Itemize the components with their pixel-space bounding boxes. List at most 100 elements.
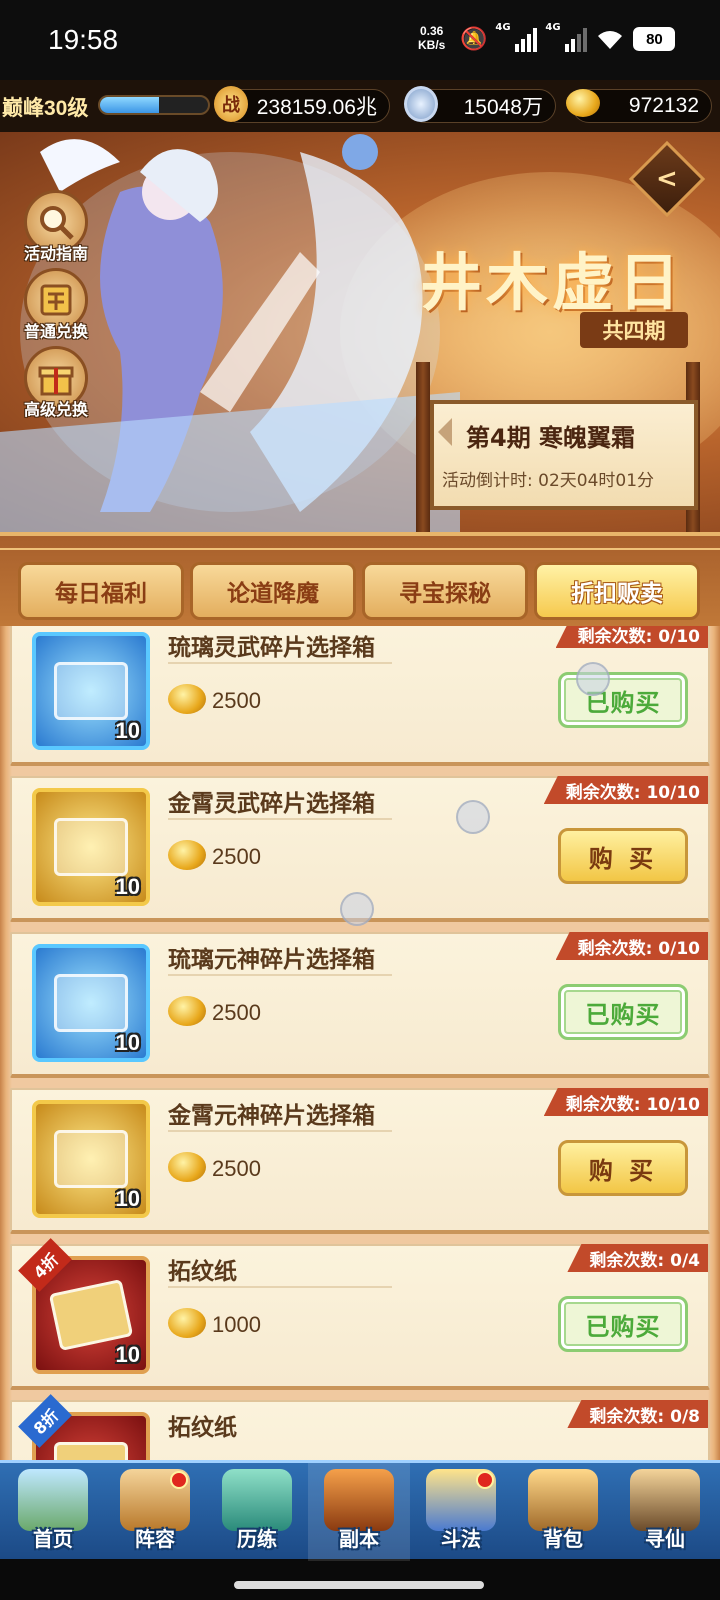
- divider: [168, 1286, 392, 1288]
- list-item: 10 4折 拓纹纸 1000 剩余次数: 0/4 已购买: [10, 1238, 710, 1390]
- sim2-label: 4G: [545, 22, 561, 33]
- item-icon[interactable]: 10: [32, 632, 150, 750]
- battery-level: 80: [646, 30, 663, 48]
- advanced-exchange-label: 高级兑换: [23, 400, 88, 419]
- sim1-label: 4G: [495, 22, 511, 33]
- item-icon[interactable]: 10: [32, 788, 150, 906]
- item-name: 拓纹纸: [168, 1415, 237, 1441]
- gate-icon: [324, 1469, 394, 1531]
- nav-training[interactable]: 历练: [206, 1463, 308, 1561]
- buy-button[interactable]: 购 买: [558, 828, 688, 884]
- power-icon-glyph: 战: [222, 95, 240, 115]
- item-name: 琉璃灵武碎片选择箱: [168, 635, 375, 661]
- status-bar: 19:58 0.36 KB/s 🔕 4G 4G 80: [0, 0, 720, 80]
- nav-seek-immortal[interactable]: 寻仙: [614, 1463, 716, 1561]
- sign-post-left: [416, 362, 430, 532]
- nav-dungeon-label: 副本: [339, 1527, 379, 1551]
- touch-indicator: [456, 800, 490, 834]
- tab-discount-sale[interactable]: 折扣贩卖: [534, 562, 700, 620]
- remaining-count: 剩余次数: 0/4: [567, 1244, 708, 1272]
- status-time: 19:58: [48, 24, 119, 55]
- item-icon[interactable]: 10: [32, 1100, 150, 1218]
- paper-icon: [54, 1442, 128, 1460]
- tab-treasure-hunt[interactable]: 寻宝探秘: [362, 562, 528, 620]
- notification-dot: [170, 1471, 188, 1489]
- tab-daily-welfare[interactable]: 每日福利: [18, 562, 184, 620]
- gold-value: 972132: [628, 94, 699, 117]
- gold-ingot-icon: [168, 1152, 206, 1182]
- nav-lineup[interactable]: 阵容: [104, 1463, 206, 1561]
- nav-training-label: 历练: [237, 1527, 277, 1551]
- bag-icon: [528, 1469, 598, 1531]
- player-level: 巅峰30级: [2, 97, 89, 120]
- item-list[interactable]: 10 琉璃灵武碎片选择箱 2500 剩余次数: 0/10 已购买 10 金霄灵武…: [0, 626, 720, 1460]
- purchased-button[interactable]: 已购买: [558, 1296, 688, 1352]
- nav-dungeon[interactable]: 副本: [308, 1463, 410, 1561]
- tab-bar: 每日福利 论道降魔 寻宝探秘 折扣贩卖: [0, 532, 720, 626]
- gold-ingot-icon: [168, 840, 206, 870]
- signal-icon-1: 4G: [495, 22, 538, 52]
- item-name: 拓纹纸: [168, 1259, 237, 1285]
- item-price: 2500: [212, 844, 261, 869]
- nav-home-label: 首页: [33, 1527, 73, 1551]
- normal-exchange-button[interactable]: 普通兑换: [18, 268, 94, 342]
- gold-ingot-icon: [168, 684, 206, 714]
- gold-ingot-icon: [168, 1308, 206, 1338]
- normal-exchange-label: 普通兑换: [23, 322, 88, 341]
- list-item: 10 金霄元神碎片选择箱 2500 剩余次数: 10/10 购 买: [10, 1088, 710, 1234]
- list-item: 10 琉璃灵武碎片选择箱 2500 剩余次数: 0/10 已购买: [10, 626, 710, 766]
- item-price: 2500: [212, 688, 261, 713]
- item-count: 10: [115, 1186, 140, 1211]
- period-card: 第4期 寒魄翼霜 活动倒计时: 02天04时01分: [430, 400, 698, 510]
- item-name: 琉璃元神碎片选择箱: [168, 947, 375, 973]
- power-value: 238159.06兆: [256, 96, 377, 119]
- tab-rail: [0, 540, 720, 550]
- chest-icon: [54, 974, 128, 1032]
- item-icon[interactable]: 10: [32, 944, 150, 1062]
- divider: [168, 974, 392, 976]
- item-price: 2500: [212, 1156, 261, 1181]
- event-subtitle: 共四期: [580, 312, 688, 348]
- nav-duel[interactable]: 斗法: [410, 1463, 512, 1561]
- net-speed: 0.36 KB/s: [418, 24, 445, 52]
- item-count: 10: [115, 1030, 140, 1055]
- net-speed-unit: KB/s: [418, 38, 446, 52]
- purchased-button[interactable]: 已购买: [558, 984, 688, 1040]
- bottom-nav: 首页 阵容 历练 副本 斗法 背包 寻仙: [0, 1460, 720, 1600]
- divider: [168, 1130, 392, 1132]
- event-banner: 活动指南 普通兑换 高级兑换 < 井木虚日 共四期 第4期 寒魄翼霜 活动倒计时…: [0, 132, 720, 532]
- tab-debate-demon[interactable]: 论道降魔: [190, 562, 356, 620]
- gold-ingot-icon: [566, 89, 600, 117]
- net-speed-value: 0.36: [419, 24, 444, 38]
- home-indicator[interactable]: [234, 1581, 484, 1589]
- buy-button[interactable]: 购 买: [558, 1140, 688, 1196]
- gold-ingot-icon: [168, 996, 206, 1026]
- paper-icon: [48, 1278, 134, 1352]
- list-item: 8折 拓纹纸 剩余次数: 0/8: [10, 1394, 710, 1460]
- notification-dot: [476, 1471, 494, 1489]
- nav-home[interactable]: 首页: [2, 1463, 104, 1561]
- advanced-exchange-button[interactable]: 高级兑换: [18, 346, 94, 420]
- signal-icon-2: 4G: [545, 22, 588, 52]
- scroll-map-icon: [630, 1469, 700, 1531]
- item-count: 10: [115, 1342, 140, 1367]
- remaining-count: 剩余次数: 10/10: [543, 776, 708, 804]
- remaining-count: 剩余次数: 0/10: [555, 626, 708, 648]
- prev-period-arrow-icon[interactable]: [438, 418, 452, 446]
- item-name: 金霄元神碎片选择箱: [168, 1103, 375, 1129]
- item-count: 10: [115, 718, 140, 743]
- nav-bag-label: 背包: [543, 1527, 583, 1551]
- guide-button[interactable]: 活动指南: [18, 190, 94, 264]
- list-item: 10 琉璃元神碎片选择箱 2500 剩余次数: 0/10 已购买: [10, 932, 710, 1078]
- silver-coin-icon: [404, 86, 438, 122]
- resource-bar: 巅峰30级 238159.06兆 战 15048万 972132: [0, 80, 720, 132]
- touch-indicator: [576, 662, 610, 696]
- silver-value: 15048万: [463, 96, 543, 119]
- remaining-count: 剩余次数: 0/10: [555, 932, 708, 960]
- period-title: 第4期 寒魄翼霜: [466, 424, 636, 452]
- touch-indicator: [340, 892, 374, 926]
- back-arrow-icon: <: [656, 163, 678, 194]
- nav-bag[interactable]: 背包: [512, 1463, 614, 1561]
- countdown: 活动倒计时: 02天04时01分: [442, 471, 655, 491]
- guide-button-label: 活动指南: [23, 244, 88, 263]
